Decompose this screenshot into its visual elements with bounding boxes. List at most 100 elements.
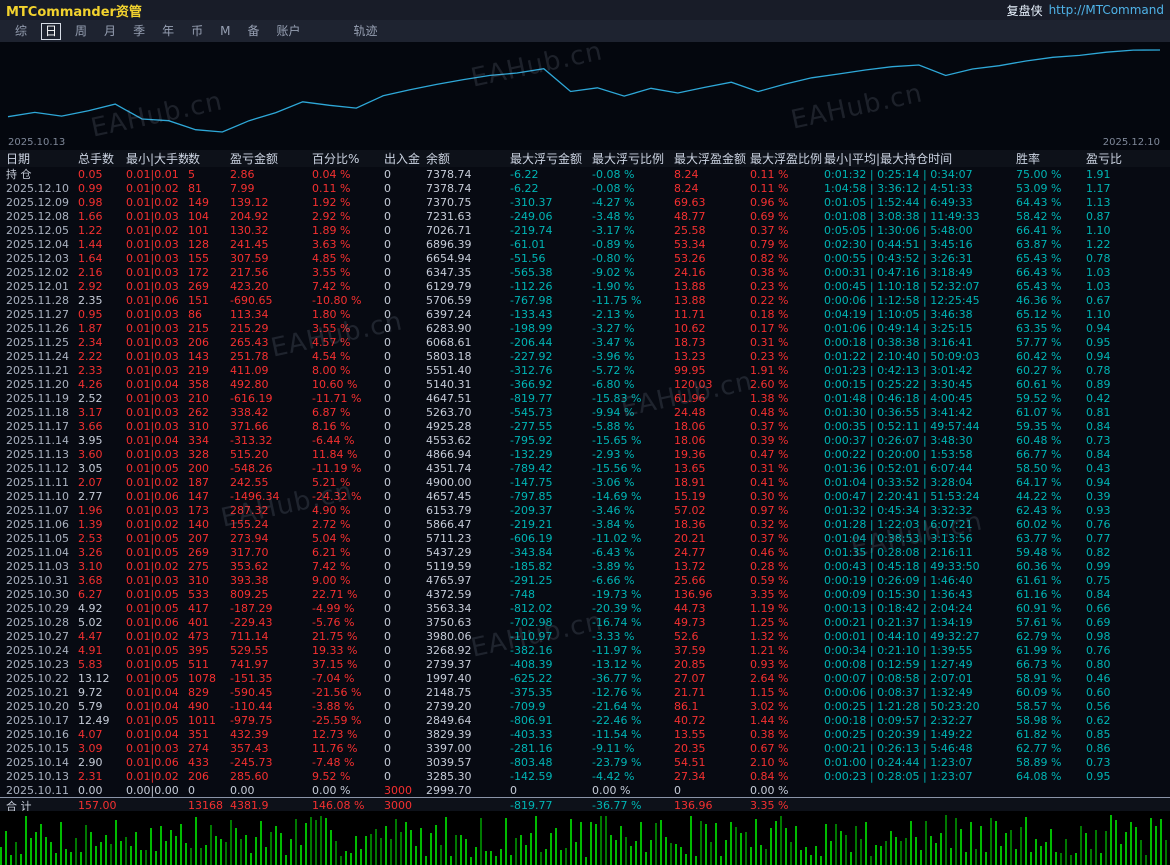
tab-备[interactable]: 备 [244, 24, 262, 39]
cell-pl-pct: 3.55 % [312, 322, 384, 335]
cell-max-float-loss-pct: -3.89 % [592, 560, 674, 573]
table-row[interactable]: 2025.11.183.170.01|0.03262338.426.87 %05… [0, 405, 1170, 419]
table-row[interactable]: 2025.10.244.910.01|0.05395529.5519.33 %0… [0, 643, 1170, 657]
table-row[interactable]: 2025.12.100.990.01|0.02817.990.11 %07378… [0, 181, 1170, 195]
table-row[interactable]: 2025.11.270.950.01|0.0386113.341.80 %063… [0, 307, 1170, 321]
cell-max-float-profit: 13.65 [674, 462, 750, 475]
volume-bar [795, 826, 797, 865]
table-row[interactable]: 2025.11.043.260.01|0.05269317.706.21 %05… [0, 545, 1170, 559]
table-row[interactable]: 2025.12.081.660.01|0.03104204.922.92 %07… [0, 209, 1170, 223]
table-row[interactable]: 2025.12.031.640.01|0.03155307.594.85 %06… [0, 251, 1170, 265]
total-row[interactable]: 合 计157.00131684381.9146.08 %3000-819.77-… [0, 797, 1170, 811]
table-row[interactable]: 2025.11.282.350.01|0.06151-690.65-10.80 … [0, 293, 1170, 307]
tab-账户[interactable]: 账户 [273, 24, 303, 39]
cell-hold-times: 0:00:06 | 1:12:58 | 12:25:45 [824, 294, 1016, 307]
cell-win-rate: 60.36 % [1016, 560, 1086, 573]
table-row[interactable]: 2025.11.071.960.01|0.03173287.324.90 %06… [0, 503, 1170, 517]
table-row[interactable]: 2025.10.285.020.01|0.06401-229.43-5.76 %… [0, 615, 1170, 629]
table-row[interactable]: 2025.11.204.260.01|0.04358492.8010.60 %0… [0, 377, 1170, 391]
table-row[interactable]: 2025.12.041.440.01|0.03128241.453.63 %06… [0, 237, 1170, 251]
table-row[interactable]: 2025.12.090.980.01|0.02149139.121.92 %07… [0, 195, 1170, 209]
cell-win-rate: 57.61 % [1016, 616, 1086, 629]
tab-综[interactable]: 综 [12, 24, 30, 39]
tab-月[interactable]: 月 [101, 24, 119, 39]
table-row[interactable]: 2025.10.313.680.01|0.03310393.389.00 %04… [0, 573, 1170, 587]
cell-minmax-lots: 0.01|0.04 [126, 728, 188, 741]
table-row[interactable]: 2025.10.1712.490.01|0.051011-979.75-25.5… [0, 713, 1170, 727]
tab-轨迹[interactable]: 轨迹 [351, 24, 381, 39]
table-row[interactable]: 2025.10.205.790.01|0.04490-110.44-3.88 %… [0, 699, 1170, 713]
cell-pl-pct: 0.11 % [312, 182, 384, 195]
brand-url-link[interactable]: http://MTCommand [1049, 3, 1164, 17]
table-row[interactable]: 2025.10.132.310.01|0.02206285.609.52 %03… [0, 769, 1170, 783]
cell-pl-pct: 11.84 % [312, 448, 384, 461]
cell-win-rate: 61.16 % [1016, 588, 1086, 601]
cell-win-rate: 65.12 % [1016, 308, 1086, 321]
table-row[interactable]: 2025.10.306.270.01|0.05533809.2522.71 %0… [0, 587, 1170, 601]
table-row[interactable]: 2025.11.252.340.01|0.03206265.434.57 %06… [0, 335, 1170, 349]
cell-count: 128 [188, 238, 230, 251]
table-row[interactable]: 2025.10.164.070.01|0.04351432.3912.73 %0… [0, 727, 1170, 741]
table-row[interactable]: 2025.10.294.920.01|0.05417-187.29-4.99 %… [0, 601, 1170, 615]
table-row[interactable]: 2025.10.235.830.01|0.05511741.9737.15 %0… [0, 657, 1170, 671]
cell-win-rate: 58.89 % [1016, 756, 1086, 769]
cell-pl-amount: 515.20 [230, 448, 312, 461]
cell-balance: 4925.28 [426, 420, 510, 433]
cell-pl-pct: -5.76 % [312, 616, 384, 629]
tab-周[interactable]: 周 [72, 24, 90, 39]
cell-minmax-lots: 0.01|0.05 [126, 602, 188, 615]
table-row[interactable]: 2025.11.112.070.01|0.02187242.555.21 %04… [0, 475, 1170, 489]
table-row[interactable]: 2025.11.143.950.01|0.04334-313.32-6.44 %… [0, 433, 1170, 447]
table-row[interactable]: 2025.10.2213.120.01|0.051078-151.35-7.04… [0, 671, 1170, 685]
cell-max-float-loss-pct: -3.06 % [592, 476, 674, 489]
tab-M[interactable]: M [217, 24, 233, 39]
volume-bar [1040, 846, 1042, 865]
column-header: 盈亏金额 [230, 150, 312, 167]
cell-count: 219 [188, 364, 230, 377]
cell-hold-times: 0:01:00 | 0:24:44 | 1:23:07 [824, 756, 1016, 769]
cell-max-float-profit-pct: 0.79 % [750, 238, 824, 251]
table-row[interactable]: 2025.10.274.470.01|0.02473711.1421.75 %0… [0, 629, 1170, 643]
table-row[interactable]: 2025.11.212.330.01|0.03219411.098.00 %05… [0, 363, 1170, 377]
table-row[interactable]: 2025.11.261.870.01|0.03215215.293.55 %06… [0, 321, 1170, 335]
table-row[interactable]: 2025.11.061.390.01|0.02140155.242.72 %05… [0, 517, 1170, 531]
table-row[interactable]: 2025.11.033.100.01|0.02275353.627.42 %05… [0, 559, 1170, 573]
cell-inout: 0 [384, 644, 426, 657]
volume-bar [135, 832, 137, 865]
table-row[interactable]: 2025.10.110.000.00|0.0000.000.00 %300029… [0, 783, 1170, 797]
volume-bar [680, 847, 682, 865]
cell-max-float-loss: -291.25 [510, 574, 592, 587]
volume-bar [765, 849, 767, 865]
table-row[interactable]: 2025.11.123.050.01|0.05200-548.26-11.19 … [0, 461, 1170, 475]
cell-lots: 0.05 [78, 168, 126, 181]
table-row[interactable]: 持 仓0.050.01|0.0152.860.04 %07378.74-6.22… [0, 167, 1170, 181]
table-row[interactable]: 2025.12.022.160.01|0.03172217.563.55 %06… [0, 265, 1170, 279]
table-row[interactable]: 2025.10.142.900.01|0.06433-245.73-7.48 %… [0, 755, 1170, 769]
table-row[interactable]: 2025.11.242.220.01|0.03143251.784.54 %05… [0, 349, 1170, 363]
tab-日[interactable]: 日 [41, 23, 61, 40]
cell-max-float-loss-pct: -0.80 % [592, 252, 674, 265]
volume-bar [405, 822, 407, 865]
volume-bar [595, 824, 597, 865]
cell-inout: 0 [384, 378, 426, 391]
table-row[interactable]: 2025.11.133.600.01|0.03328515.2011.84 %0… [0, 447, 1170, 461]
cell-balance: 2739.20 [426, 700, 510, 713]
table-row[interactable]: 2025.11.052.530.01|0.05207273.945.04 %05… [0, 531, 1170, 545]
volume-bar [665, 837, 667, 865]
cell-max-float-loss-pct: -11.75 % [592, 294, 674, 307]
tab-年[interactable]: 年 [159, 24, 177, 39]
table-row[interactable]: 2025.11.192.520.01|0.03210-616.19-11.71 … [0, 391, 1170, 405]
cell-max-float-profit: 69.63 [674, 196, 750, 209]
cell-inout: 0 [384, 392, 426, 405]
cell-pl-pct: 4.85 % [312, 252, 384, 265]
volume-bar [175, 836, 177, 865]
tab-币[interactable]: 币 [188, 24, 206, 39]
table-row[interactable]: 2025.10.153.090.01|0.03274357.4311.76 %0… [0, 741, 1170, 755]
cell-pl-ratio: 0.62 [1086, 714, 1146, 727]
table-row[interactable]: 2025.10.219.720.01|0.04829-590.45-21.56 … [0, 685, 1170, 699]
table-row[interactable]: 2025.12.051.220.01|0.02101130.321.89 %07… [0, 223, 1170, 237]
table-row[interactable]: 2025.11.173.660.01|0.03310371.668.16 %04… [0, 419, 1170, 433]
tab-季[interactable]: 季 [130, 24, 148, 39]
table-row[interactable]: 2025.12.012.920.01|0.03269423.207.42 %06… [0, 279, 1170, 293]
table-row[interactable]: 2025.11.102.770.01|0.06147-1496.34-24.32… [0, 489, 1170, 503]
